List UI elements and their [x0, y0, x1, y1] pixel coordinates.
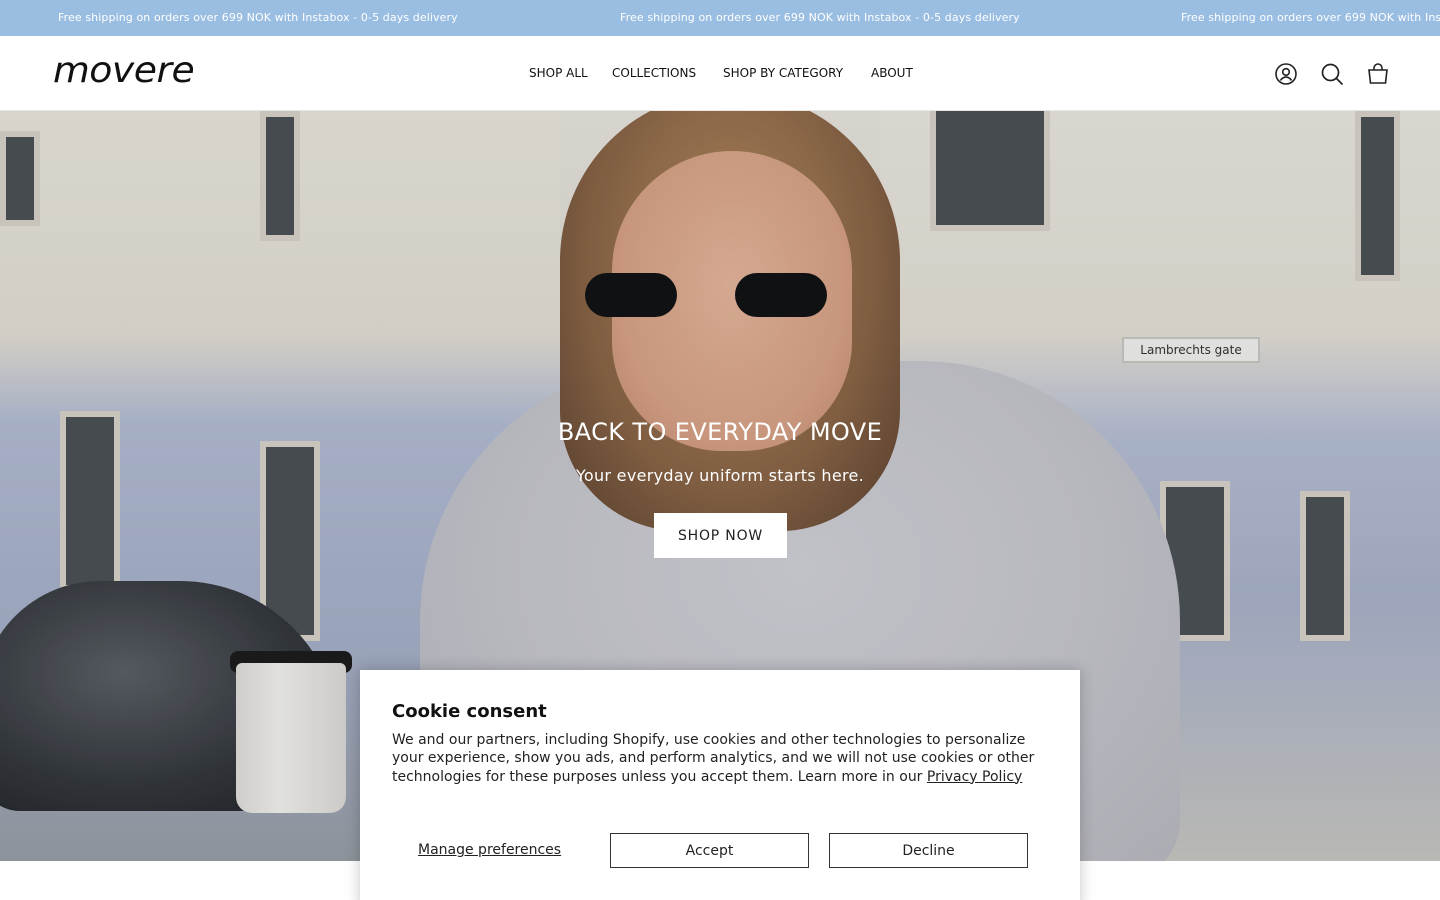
announcement-message: Free shipping on orders over 699 NOK wit…: [620, 11, 1020, 24]
nav-collections[interactable]: COLLECTIONS: [612, 66, 696, 80]
hero-subtitle: Your everyday uniform starts here.: [575, 466, 865, 485]
main-nav: SHOP ALL COLLECTIONS SHOP BY CATEGORY AB…: [0, 66, 1440, 82]
site-header: movere SHOP ALL COLLECTIONS SHOP BY CATE…: [0, 36, 1440, 111]
hero-title: BACK TO EVERYDAY MOVE: [557, 418, 883, 446]
cookie-body: We and our partners, including Shopify, …: [392, 731, 1052, 786]
cookie-consent-dialog: Cookie consent We and our partners, incl…: [360, 670, 1080, 900]
nav-shop-by-category[interactable]: SHOP BY CATEGORY: [723, 66, 843, 80]
search-icon[interactable]: [1320, 62, 1344, 86]
accept-button[interactable]: Accept: [610, 833, 809, 868]
nav-about[interactable]: ABOUT: [871, 66, 913, 80]
decline-button[interactable]: Decline: [829, 833, 1028, 868]
shop-now-button[interactable]: SHOP NOW: [654, 513, 787, 558]
nav-shop-all[interactable]: SHOP ALL: [529, 66, 588, 80]
cart-icon[interactable]: [1366, 62, 1390, 86]
announcement-bar: Free shipping on orders over 699 NOK wit…: [0, 0, 1440, 36]
privacy-policy-link[interactable]: Privacy Policy: [927, 769, 1022, 785]
cookie-title: Cookie consent: [392, 701, 547, 722]
announcement-message: Free shipping on orders over 699 NOK wit…: [58, 11, 458, 24]
account-icon[interactable]: [1274, 62, 1298, 86]
manage-preferences-button[interactable]: Manage preferences: [418, 842, 561, 858]
announcement-message: Free shipping on orders over 699 NOK wit…: [1181, 11, 1440, 24]
